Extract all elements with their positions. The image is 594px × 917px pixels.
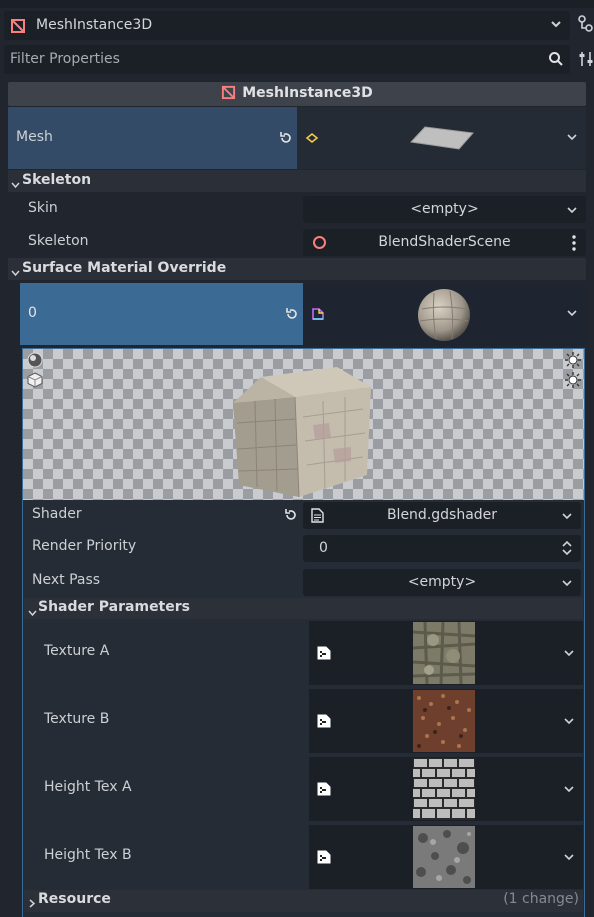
chevron-down-icon (11, 265, 20, 281)
node-selector[interactable]: MeshInstance3D (4, 11, 570, 40)
height-tex-b-thumbnail (413, 826, 475, 892)
mesh-instance-icon (10, 18, 26, 38)
material-sphere-preview (416, 287, 472, 347)
skeleton-section-title: Skeleton (22, 172, 92, 188)
height-tex-b-field[interactable] (309, 825, 583, 889)
revert-icon[interactable] (279, 131, 293, 149)
surface-material-section-header[interactable]: Surface Material Override (8, 258, 586, 280)
filter-properties-input[interactable]: Filter Properties (4, 45, 570, 74)
mesh-property-row[interactable]: Mesh (8, 107, 297, 169)
chevron-down-icon[interactable] (563, 715, 575, 731)
skin-value: <empty> (410, 201, 479, 217)
chevron-down-icon[interactable] (563, 851, 575, 867)
shader-param-row: Texture A (24, 621, 583, 685)
revert-icon[interactable] (285, 307, 299, 325)
mesh-instance-class-icon (221, 85, 242, 101)
next-pass-label: Next Pass (32, 572, 101, 588)
chevron-down-icon (28, 605, 37, 621)
render-priority-spinbox[interactable]: 0 (303, 535, 581, 562)
chevron-down-icon[interactable] (563, 783, 575, 799)
light-2-icon[interactable] (565, 372, 581, 392)
skeleton-label: Skeleton (28, 233, 89, 249)
texture-b-field[interactable] (309, 689, 583, 753)
revert-icon[interactable] (284, 508, 298, 526)
height-tex-a-thumbnail (407, 758, 475, 824)
texture-icon (317, 646, 331, 664)
light-1-icon[interactable] (565, 352, 581, 372)
chevron-down-icon (566, 204, 578, 220)
texture-b-label: Texture B (44, 711, 110, 727)
shader-param-row: Height Tex B (24, 825, 583, 889)
cube-preview (233, 365, 373, 503)
top-toolbar-strip (0, 0, 594, 8)
texture-a-thumbnail (412, 621, 476, 688)
node-selector-label: MeshInstance3D (36, 17, 153, 33)
resource-changes: (1 change) (503, 891, 579, 907)
chevron-right-icon (29, 896, 36, 912)
render-priority-row: Render Priority (24, 532, 302, 562)
shader-parameters-section-header[interactable]: Shader Parameters (24, 598, 583, 619)
height-tex-a-label: Height Tex A (44, 779, 132, 795)
skeleton-section-header[interactable]: Skeleton (8, 170, 586, 192)
shader-param-row: Texture B (24, 689, 583, 753)
mesh-value-field[interactable] (297, 107, 586, 169)
plane-mesh-icon (305, 132, 319, 148)
texture-a-label: Texture A (44, 643, 110, 659)
resource-title: Resource (38, 891, 111, 907)
filter-placeholder: Filter Properties (10, 51, 120, 67)
texture-icon (317, 714, 331, 732)
shader-param-row: Height Tex A (24, 757, 583, 821)
shader-value-field[interactable]: Blend.gdshader (303, 502, 581, 529)
shader-row: Shader (24, 500, 302, 530)
tune-icon[interactable] (578, 50, 594, 72)
texture-icon (317, 782, 331, 800)
shader-label: Shader (32, 506, 82, 522)
render-priority-value: 0 (319, 540, 328, 556)
skin-label: Skin (28, 200, 58, 216)
material-slot-row[interactable]: 0 (20, 283, 303, 345)
mesh-preview-thumbnail (409, 125, 475, 155)
surface-material-section-title: Surface Material Override (22, 260, 227, 276)
resource-section-header[interactable]: Resource (1 change) (24, 890, 583, 912)
more-options-icon[interactable] (572, 235, 576, 255)
skeleton-value: BlendShaderScene (378, 234, 511, 250)
material-slot-label: 0 (28, 305, 37, 321)
chevron-down-icon[interactable] (566, 131, 578, 147)
render-priority-label: Render Priority (32, 538, 137, 554)
shader-parameters-title: Shader Parameters (38, 599, 190, 615)
next-pass-dropdown[interactable]: <empty> (303, 569, 581, 596)
sphere-preview-toggle-icon[interactable] (27, 352, 43, 372)
mesh-label: Mesh (16, 129, 53, 145)
class-title: MeshInstance3D (242, 85, 373, 101)
chevron-down-icon[interactable] (563, 647, 575, 663)
height-tex-b-label: Height Tex B (44, 847, 132, 863)
history-icon[interactable] (577, 14, 593, 36)
texture-icon (317, 850, 331, 868)
skeleton-value-field[interactable]: BlendShaderScene (303, 229, 586, 256)
next-pass-row: Next Pass (24, 566, 302, 596)
chevron-down-icon (11, 177, 20, 193)
shader-material-icon (311, 307, 325, 325)
texture-b-thumbnail (413, 690, 475, 756)
shader-value: Blend.gdshader (386, 507, 498, 523)
chevron-down-icon[interactable] (548, 16, 564, 36)
chevron-down-icon[interactable] (566, 307, 578, 323)
skin-value-dropdown[interactable]: <empty> (303, 196, 586, 223)
spinner-icon[interactable] (561, 540, 573, 560)
box-preview-toggle-icon[interactable] (27, 372, 43, 392)
search-icon (548, 51, 564, 71)
material-preview (22, 348, 585, 501)
chevron-down-icon (561, 510, 573, 526)
texture-a-field[interactable] (309, 621, 583, 685)
material-value-field[interactable] (303, 283, 586, 345)
height-tex-a-field[interactable] (309, 757, 583, 821)
next-pass-value: <empty> (407, 574, 477, 590)
chevron-down-icon (561, 577, 573, 593)
class-header: MeshInstance3D (8, 82, 586, 106)
